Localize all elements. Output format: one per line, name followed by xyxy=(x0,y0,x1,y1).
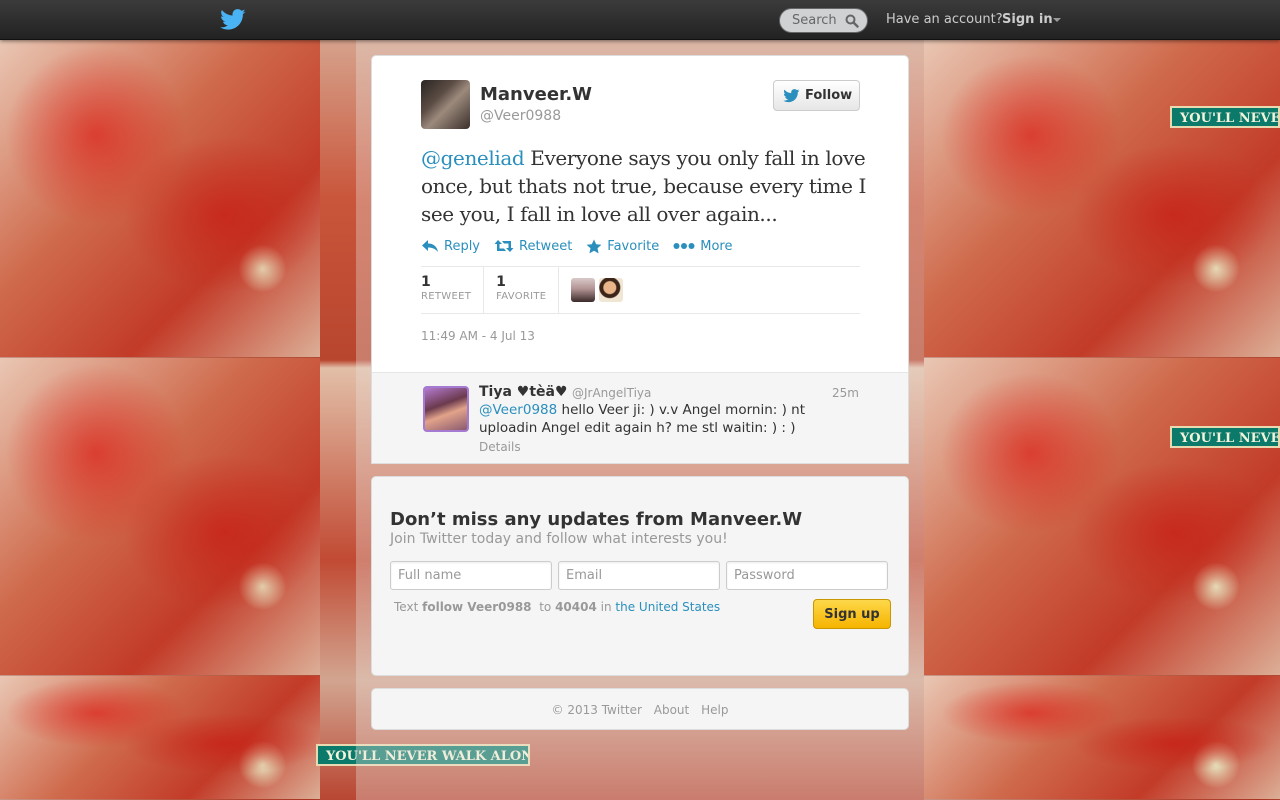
reply-timestamp[interactable]: 25m xyxy=(832,386,859,400)
background-banner: YOU'LL NEVER WALK ALONE xyxy=(1170,426,1280,448)
signup-panel: Don’t miss any updates from Manveer.W Jo… xyxy=(371,476,909,676)
sms-text: Text xyxy=(394,600,419,614)
background-image xyxy=(0,358,320,676)
background-banner: YOU'LL NEVER WALK ALONE xyxy=(1170,106,1280,128)
reply-user-name[interactable]: Tiya ♥tèä♥ xyxy=(479,384,568,400)
more-button[interactable]: More xyxy=(673,236,732,256)
password-field[interactable] xyxy=(726,561,888,590)
more-dots-icon xyxy=(673,243,695,249)
reply-icon xyxy=(422,240,438,252)
avatar[interactable] xyxy=(423,386,469,432)
user-handle[interactable]: @Veer0988 xyxy=(480,108,561,124)
copyright: © 2013 Twitter xyxy=(551,703,642,717)
search-icon[interactable] xyxy=(845,14,859,28)
search-input[interactable]: Search xyxy=(779,8,868,33)
sms-follow-hint: Text follow Veer0988 to 40404 in the Uni… xyxy=(394,600,720,614)
background-image xyxy=(924,358,1280,676)
footer-about-link[interactable]: About xyxy=(654,703,689,717)
tweet-text: @geneliad Everyone says you only fall in… xyxy=(421,144,866,228)
retweet-icon xyxy=(494,240,514,252)
tweet-stats: 1 RETWEET 1 FAVORITE xyxy=(421,266,860,314)
more-label: More xyxy=(700,238,733,254)
retweet-label: Retweet xyxy=(519,238,573,254)
signup-title: Don’t miss any updates from Manveer.W xyxy=(390,509,803,530)
twitter-bird-icon xyxy=(783,89,800,103)
reply-label: Reply xyxy=(444,238,481,254)
background-image xyxy=(0,676,320,800)
email-field[interactable] xyxy=(558,561,720,590)
signin-link[interactable]: Sign in xyxy=(1002,12,1053,27)
retweet-button[interactable]: Retweet xyxy=(494,236,572,256)
favorite-label: Favorite xyxy=(607,238,660,254)
retweet-count-label: RETWEET xyxy=(421,291,472,302)
avatar[interactable] xyxy=(421,80,470,129)
twitter-bird-icon[interactable] xyxy=(220,8,246,32)
star-icon xyxy=(586,239,602,253)
footer-help-link[interactable]: Help xyxy=(701,703,728,717)
background-image xyxy=(0,40,320,358)
reply-details-link[interactable]: Details xyxy=(479,440,521,454)
full-name-field[interactable] xyxy=(390,561,552,590)
favorite-count[interactable]: 1 FAVORITE xyxy=(496,267,560,313)
retweet-count-value: 1 xyxy=(421,274,431,290)
follow-button[interactable]: Follow xyxy=(773,80,860,111)
reply-text: @Veer0988 hello Veer ji: ) v.v Angel mor… xyxy=(479,401,839,437)
search-placeholder: Search xyxy=(792,13,837,28)
favorite-button[interactable]: Favorite xyxy=(586,236,659,256)
avatar[interactable] xyxy=(571,278,596,302)
mention-link[interactable]: @Veer0988 xyxy=(479,402,557,418)
reply-button[interactable]: Reply xyxy=(421,236,480,256)
signup-button[interactable]: Sign up xyxy=(813,599,891,629)
favorite-count-label: FAVORITE xyxy=(496,291,547,302)
tweet-actions: Reply Retweet Favorite More xyxy=(421,236,732,256)
retweet-count[interactable]: 1 RETWEET xyxy=(421,267,485,313)
tweet-card: Manveer.W @Veer0988 Follow @geneliad Eve… xyxy=(371,55,909,373)
sms-country-link[interactable]: the United States xyxy=(615,600,720,614)
chevron-down-icon[interactable] xyxy=(1053,18,1061,22)
sms-to: to xyxy=(539,600,552,614)
tweet-timestamp[interactable]: 11:49 AM - 4 Jul 13 xyxy=(421,329,535,343)
favoriter-avatars xyxy=(571,267,624,313)
footer: © 2013 Twitter About Help xyxy=(371,688,909,730)
user-name[interactable]: Manveer.W xyxy=(480,84,592,105)
account-prompt: Have an account? xyxy=(886,12,1003,27)
reply-user-handle[interactable]: @JrAngelTiya xyxy=(572,386,651,400)
top-navigation-bar: Search Have an account? Sign in xyxy=(0,0,1280,40)
favorite-count-value: 1 xyxy=(496,274,506,290)
mention-link[interactable]: @geneliad xyxy=(421,146,525,170)
background-image xyxy=(924,676,1280,800)
background-image xyxy=(924,40,1280,358)
signup-subtitle: Join Twitter today and follow what inter… xyxy=(390,531,728,547)
sms-command: follow Veer0988 xyxy=(422,600,532,614)
avatar[interactable] xyxy=(599,278,624,302)
sms-in: in xyxy=(600,600,612,614)
reply-tweet[interactable]: Tiya ♥tèä♥ @JrAngelTiya 25m @Veer0988 he… xyxy=(371,372,909,464)
sms-number: 40404 xyxy=(555,600,597,614)
follow-label: Follow xyxy=(805,88,853,103)
